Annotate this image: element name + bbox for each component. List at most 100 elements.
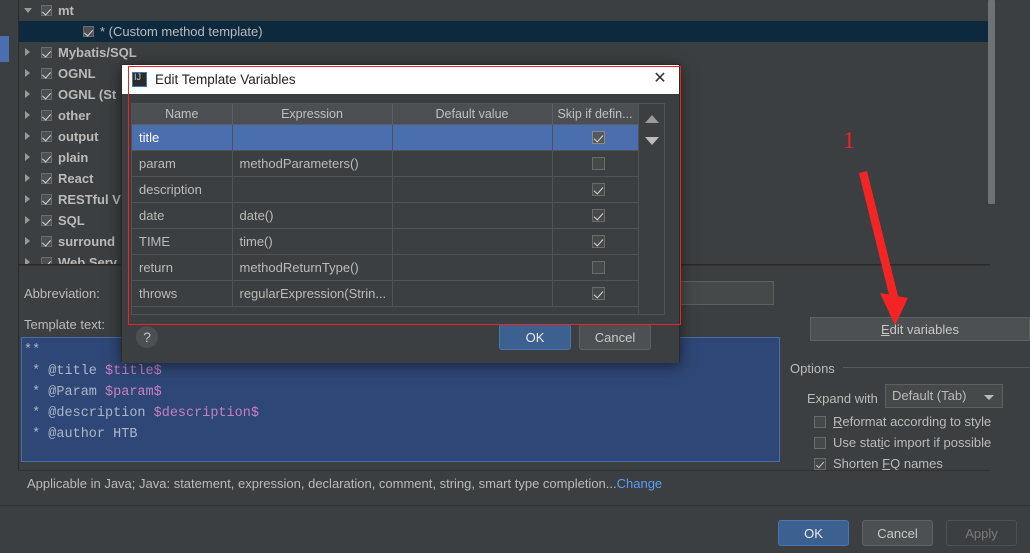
table-column-header[interactable]: Skip if defin... — [552, 104, 638, 125]
tree-row-checkbox[interactable] — [41, 131, 52, 142]
option-checkbox-row[interactable]: Reformat according to style — [814, 414, 991, 429]
cell-default-value[interactable] — [392, 228, 553, 255]
chevron-right-icon[interactable] — [25, 111, 30, 119]
tree-row[interactable]: mt — [19, 0, 990, 21]
tree-scrollbar[interactable] — [988, 0, 995, 244]
chevron-right-icon[interactable] — [25, 216, 30, 224]
table-row[interactable]: description — [132, 176, 638, 203]
cancel-button[interactable]: Cancel — [862, 520, 933, 546]
cell-skip-if-defined[interactable] — [552, 124, 638, 151]
edit-variables-button[interactable]: Edit variables — [810, 317, 1030, 341]
skip-checkbox[interactable] — [591, 208, 605, 222]
cell-name[interactable]: description — [132, 176, 233, 203]
tree-row-checkbox[interactable] — [41, 5, 52, 16]
table-column-header[interactable]: Name — [132, 104, 233, 125]
cell-name[interactable]: throws — [132, 280, 233, 307]
tree-row-checkbox[interactable] — [41, 236, 52, 247]
table-column-header[interactable]: Expression — [232, 104, 393, 125]
option-label: Shorten FQ names — [833, 456, 943, 471]
cell-default-value[interactable] — [392, 150, 553, 177]
change-link[interactable]: Change — [617, 476, 663, 491]
tree-row-checkbox[interactable] — [41, 47, 52, 58]
tree-row-checkbox[interactable] — [41, 194, 52, 205]
variables-table-body[interactable]: title param methodParameters() description d… — [132, 124, 638, 307]
chevron-right-icon[interactable] — [25, 237, 30, 245]
table-row[interactable]: param methodParameters() — [132, 150, 638, 177]
table-row[interactable]: return methodReturnType() — [132, 254, 638, 281]
tree-row-checkbox[interactable] — [41, 215, 52, 226]
option-checkbox[interactable] — [814, 416, 826, 428]
cell-name[interactable]: title — [132, 124, 233, 151]
option-checkbox-row[interactable]: Shorten FQ names — [814, 456, 943, 471]
close-icon[interactable]: ✕ — [651, 70, 669, 88]
chevron-right-icon[interactable] — [25, 48, 30, 56]
left-accent-strip — [0, 0, 9, 553]
tree-row[interactable]: Mybatis/SQL — [19, 42, 990, 63]
tree-row-checkbox[interactable] — [41, 68, 52, 79]
chevron-right-icon[interactable] — [25, 69, 30, 77]
chevron-right-icon[interactable] — [25, 90, 30, 98]
cell-default-value[interactable] — [392, 202, 553, 229]
skip-checkbox[interactable] — [591, 234, 605, 248]
row-reorder-buttons[interactable] — [639, 103, 665, 315]
cell-expression[interactable] — [232, 124, 393, 151]
cell-skip-if-defined[interactable] — [552, 176, 638, 203]
cell-expression[interactable]: methodParameters() — [232, 150, 393, 177]
move-up-icon[interactable] — [645, 115, 659, 123]
table-row[interactable]: title — [132, 124, 638, 151]
help-button[interactable]: ? — [136, 326, 158, 348]
settings-window: mt * (Custom method template) Mybatis/SQL O… — [0, 0, 1030, 553]
cell-expression[interactable]: regularExpression(Strin... — [232, 280, 393, 307]
tree-row-label: React — [58, 171, 94, 186]
skip-checkbox[interactable] — [591, 130, 605, 144]
cell-default-value[interactable] — [392, 254, 553, 281]
table-row[interactable]: TIME time() — [132, 228, 638, 255]
option-checkbox-row[interactable]: Use static import if possible — [814, 435, 991, 450]
skip-checkbox[interactable] — [591, 260, 605, 274]
cell-skip-if-defined[interactable] — [552, 150, 638, 177]
expand-with-select[interactable]: Default (Tab) — [885, 384, 1003, 408]
tree-row-label: * (Custom method template) — [100, 24, 263, 39]
cell-expression[interactable]: date() — [232, 202, 393, 229]
option-checkbox[interactable] — [814, 437, 826, 449]
tree-row-checkbox[interactable] — [41, 89, 52, 100]
option-checkbox[interactable] — [814, 458, 826, 470]
cell-default-value[interactable] — [392, 176, 553, 203]
chevron-right-icon[interactable] — [25, 174, 30, 182]
variables-table[interactable]: Name Expression Default value Skip if defin… — [132, 104, 638, 307]
move-down-icon[interactable] — [645, 137, 659, 145]
apply-button[interactable]: Apply — [946, 520, 1017, 546]
cell-name[interactable]: date — [132, 202, 233, 229]
chevron-down-icon[interactable] — [24, 8, 32, 17]
cell-skip-if-defined[interactable] — [552, 228, 638, 255]
cell-skip-if-defined[interactable] — [552, 202, 638, 229]
chevron-right-icon[interactable] — [25, 132, 30, 140]
cell-name[interactable]: TIME — [132, 228, 233, 255]
skip-checkbox[interactable] — [591, 156, 605, 170]
dialog-ok-button[interactable]: OK — [499, 324, 571, 350]
cell-skip-if-defined[interactable] — [552, 254, 638, 281]
table-row[interactable]: date date() — [132, 202, 638, 229]
cell-default-value[interactable] — [392, 124, 553, 151]
cell-default-value[interactable] — [392, 280, 553, 307]
cell-name[interactable]: return — [132, 254, 233, 281]
table-column-header[interactable]: Default value — [392, 104, 553, 125]
cell-expression[interactable]: time() — [232, 228, 393, 255]
cell-skip-if-defined[interactable] — [552, 280, 638, 307]
cell-expression[interactable] — [232, 176, 393, 203]
table-row[interactable]: throws regularExpression(Strin... — [132, 280, 638, 307]
cell-name[interactable]: param — [132, 150, 233, 177]
tree-row[interactable]: * (Custom method template) — [19, 21, 990, 42]
skip-checkbox[interactable] — [591, 182, 605, 196]
tree-row-checkbox[interactable] — [83, 26, 94, 37]
tree-row-checkbox[interactable] — [41, 173, 52, 184]
chevron-right-icon[interactable] — [25, 195, 30, 203]
skip-checkbox[interactable] — [591, 286, 605, 300]
ok-button[interactable]: OK — [778, 520, 849, 546]
tree-scrollbar-thumb[interactable] — [988, 0, 995, 204]
cell-expression[interactable]: methodReturnType() — [232, 254, 393, 281]
tree-row-checkbox[interactable] — [41, 110, 52, 121]
dialog-cancel-button[interactable]: Cancel — [579, 324, 651, 350]
chevron-right-icon[interactable] — [25, 153, 30, 161]
tree-row-checkbox[interactable] — [41, 152, 52, 163]
